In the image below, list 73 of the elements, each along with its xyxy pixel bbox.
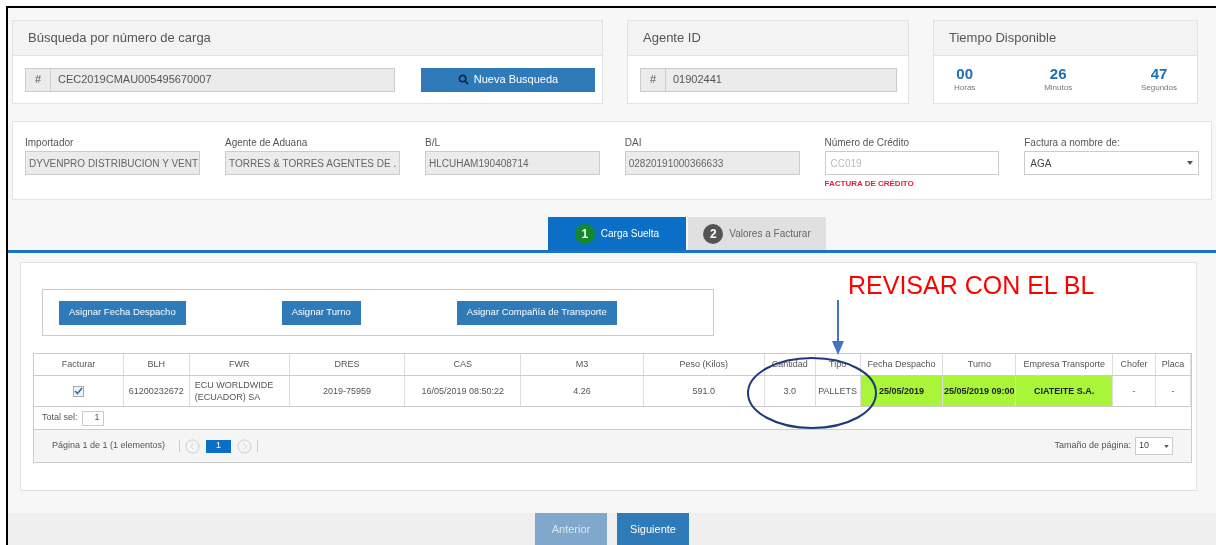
table-cell: 4.26	[521, 376, 644, 406]
search-icon	[457, 74, 469, 85]
field-label: DAI	[624, 136, 643, 149]
column-header: Chofer	[1113, 354, 1157, 375]
field-label: Importador	[25, 136, 75, 149]
column-header: CAS	[405, 354, 522, 375]
caret-icon	[1164, 444, 1169, 448]
search-button[interactable]: Nueva Busqueda	[421, 67, 595, 92]
text-field[interactable]: DYVENPRO DISTRIBUCION Y VENT	[25, 151, 200, 175]
text-field[interactable]: # 01902441	[640, 67, 897, 92]
table-cell: 61200232672	[123, 376, 190, 406]
card-title: Tiempo Disponible	[949, 29, 1057, 48]
annotation-arrow	[832, 300, 844, 355]
action-button[interactable]: Asignar Compañía de Transporte	[456, 300, 617, 325]
step-number-badge: 1	[574, 223, 595, 244]
text-field[interactable]: 02820191000366633	[624, 151, 800, 175]
table-cell: 25/05/2019 09:00	[943, 376, 1017, 406]
step-tab[interactable]: 1 Carga Suelta	[548, 217, 686, 250]
text-field[interactable]: TORRES & TORRES AGENTES DE .	[225, 151, 400, 175]
action-button[interactable]: Asignar Turno	[281, 300, 361, 325]
table-cell: 25/05/2019	[860, 376, 944, 406]
column-header: BLH	[123, 354, 190, 375]
time-unit-label: Horas	[954, 82, 976, 94]
total-field: 1	[81, 410, 104, 426]
step-tab[interactable]: 2 Valores a Facturar	[688, 217, 826, 250]
previous-page-icon[interactable]	[185, 438, 201, 454]
page-number[interactable]: 1	[206, 439, 232, 453]
action-button[interactable]: Asignar Fecha Despacho	[59, 300, 186, 325]
field-label: Factura a nombre de:	[1024, 136, 1121, 149]
nav-button[interactable]: Siguiente	[617, 513, 689, 545]
field-label: Agente de Aduana	[225, 136, 309, 149]
column-header: Empresa Transporte	[1016, 354, 1114, 375]
column-header: Turno	[943, 354, 1017, 375]
table-cell: -	[1113, 376, 1157, 406]
checkbox[interactable]	[72, 385, 84, 397]
column-header: Facturar	[34, 354, 124, 375]
column-header: Fecha Despacho	[860, 354, 944, 375]
step-number-badge: 2	[703, 223, 724, 244]
input-field[interactable]: CC019	[824, 151, 1000, 175]
field-label: Número de Crédito	[824, 136, 910, 149]
caret-icon	[1187, 161, 1193, 165]
time-value: 00	[956, 65, 973, 82]
table-cell: CIATEITE S.A.	[1016, 376, 1114, 406]
field-note: FACTURA DE CRÉDITO	[824, 178, 915, 190]
text-field[interactable]: HLCUHAM190408714	[425, 151, 600, 175]
total-label: Total sel:	[42, 411, 78, 425]
time-value: 26	[1049, 65, 1067, 82]
table-cell: ECU WORLDWIDE (ECUADOR) SA	[189, 376, 290, 406]
annotation-text: REVISAR CON EL BL	[848, 270, 1095, 300]
column-header: Peso (Kilos)	[643, 354, 765, 375]
page-size-select[interactable]: 10	[1135, 437, 1173, 455]
time-value: 47	[1150, 65, 1168, 82]
table-cell: PALLETS	[815, 376, 861, 406]
card-title: Búsqueda por número de carga	[28, 29, 211, 48]
column-header: DRES	[289, 354, 406, 375]
time-unit-label: Segundos	[1140, 82, 1177, 94]
table-cell: 591.0	[643, 376, 765, 406]
card-title: Agente ID	[643, 29, 701, 48]
text-field[interactable]: # CEC2019CMAU005495670007	[25, 67, 395, 92]
next-page-icon[interactable]	[237, 438, 253, 454]
column-header: Placa	[1156, 354, 1191, 375]
table-cell: -	[1156, 376, 1191, 406]
page-size-label: Tamaño de página:	[1054, 439, 1131, 453]
table-cell: 2019-75959	[289, 376, 406, 406]
field-label: B/L	[425, 136, 441, 149]
table-cell: 16/05/2019 08:50:22	[405, 376, 522, 406]
check-icon	[73, 387, 83, 395]
pager-info: Página 1 de 1 (1 elementos)	[52, 439, 166, 453]
column-header: M3	[521, 354, 644, 375]
select-field[interactable]: AGA	[1024, 151, 1199, 175]
column-header: FWR	[189, 354, 290, 375]
table-cell: 3.0	[764, 376, 816, 406]
time-unit-label: Minutos	[1044, 82, 1073, 94]
